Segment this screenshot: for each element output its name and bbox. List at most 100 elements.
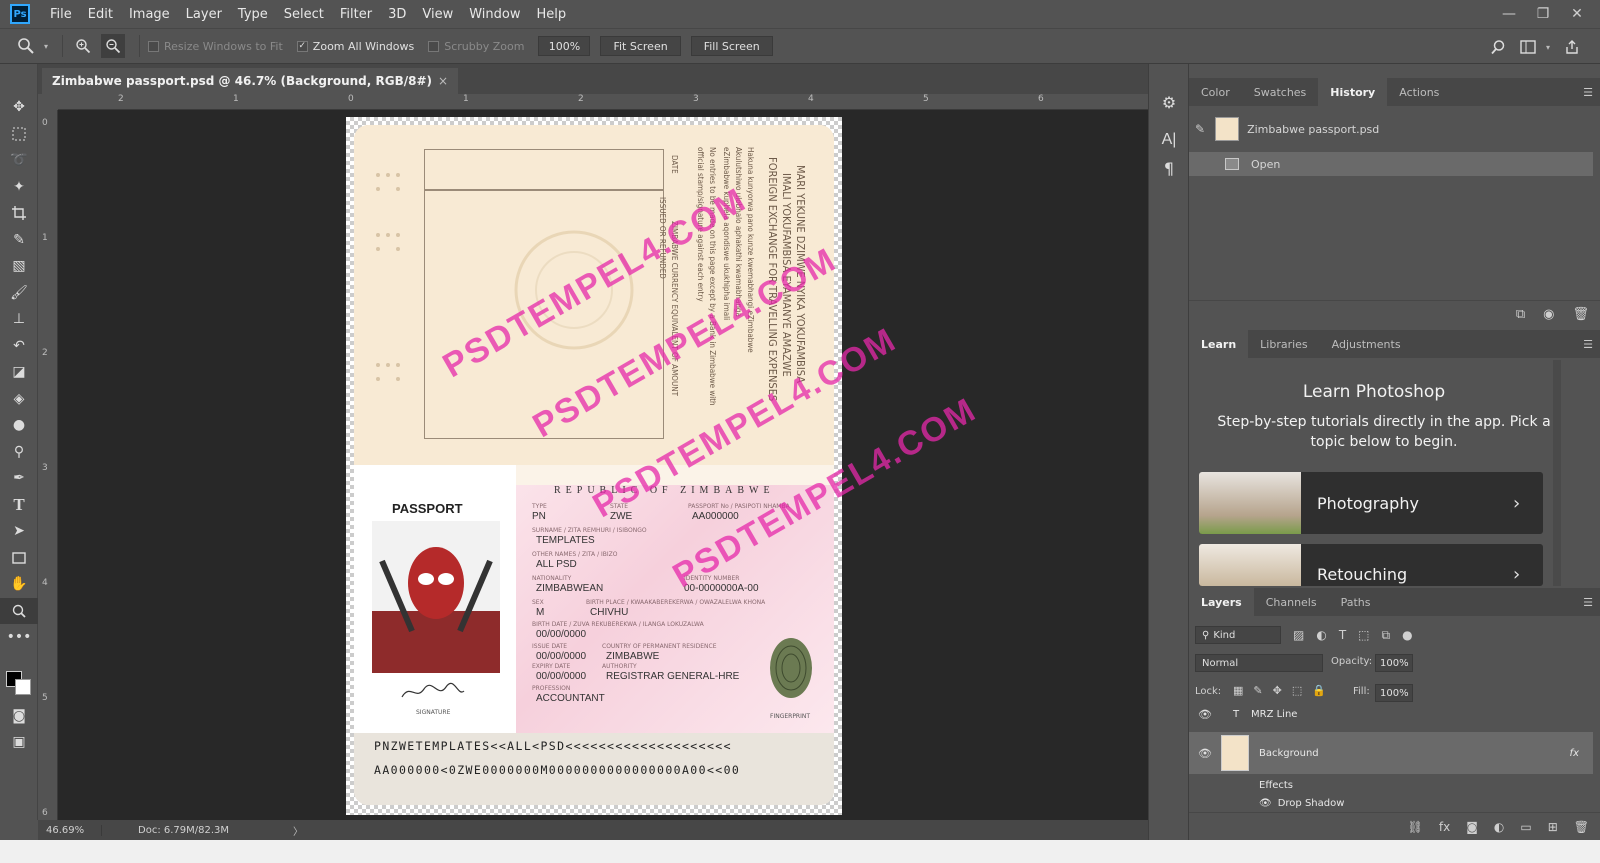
document-tab[interactable]: Zimbabwe passport.psd @ 46.7% (Backgroun…	[42, 68, 459, 94]
paragraph-icon[interactable]: ¶	[1149, 154, 1189, 182]
menu-select[interactable]: Select	[276, 7, 332, 22]
trash-icon[interactable]: 🗑	[1572, 307, 1589, 322]
smart-object-filter-icon[interactable]: ⧉	[1382, 628, 1391, 643]
panel-menu-icon[interactable]: ☰	[1583, 86, 1593, 99]
zoom-tool-icon[interactable]	[0, 597, 38, 624]
filter-toggle-icon[interactable]: ●	[1402, 628, 1412, 642]
tab-color[interactable]: Color	[1189, 78, 1242, 106]
blur-tool-icon[interactable]: ●	[0, 412, 38, 439]
character-icon[interactable]: A|	[1149, 126, 1189, 154]
menu-3d[interactable]: 3D	[380, 7, 414, 22]
add-mask-icon[interactable]: ◙	[1466, 820, 1478, 834]
color-swatches-icon[interactable]	[0, 651, 38, 703]
adjustment-layer-filter-icon[interactable]: ◐	[1316, 628, 1326, 642]
lock-artboard-icon[interactable]: ⬚	[1292, 684, 1302, 697]
chevron-down-icon[interactable]: ▾	[44, 42, 48, 51]
learn-card-retouching[interactable]: Retouching ›	[1199, 544, 1543, 586]
blend-mode-select[interactable]: Normal	[1195, 654, 1323, 672]
menu-image[interactable]: Image	[121, 7, 178, 22]
search-icon[interactable]	[1486, 35, 1510, 59]
lasso-tool-icon[interactable]: ➰	[0, 147, 38, 174]
menu-view[interactable]: View	[414, 7, 461, 22]
lock-image-icon[interactable]: ✎	[1253, 684, 1262, 697]
trash-icon[interactable]: 🗑	[1574, 820, 1589, 834]
tab-history[interactable]: History	[1318, 78, 1388, 106]
rectangle-tool-icon[interactable]	[0, 545, 38, 572]
history-brush-tool-icon[interactable]: ↶	[0, 333, 38, 360]
layer-background[interactable]: 👁 Background fx	[1189, 732, 1593, 774]
new-document-from-state-icon[interactable]: ⧉	[1516, 307, 1525, 322]
lock-all-icon[interactable]: 🔒	[1312, 684, 1326, 697]
history-brush-source-icon[interactable]: ✎	[1195, 122, 1205, 136]
lock-transparency-icon[interactable]: ▦	[1233, 684, 1243, 697]
learn-scrollbar[interactable]	[1553, 360, 1561, 586]
tab-learn[interactable]: Learn	[1189, 330, 1249, 358]
link-layers-icon[interactable]: ⛓	[1408, 820, 1423, 834]
learn-card-photography[interactable]: Photography ›	[1199, 472, 1543, 534]
add-style-icon[interactable]: fx	[1439, 820, 1450, 834]
tab-paths[interactable]: Paths	[1329, 588, 1383, 616]
eye-icon[interactable]: 👁	[1259, 798, 1272, 809]
type-tool-icon[interactable]: T	[0, 492, 38, 519]
properties-icon[interactable]: ⚙	[1149, 88, 1189, 116]
scrubby-zoom-checkbox[interactable]: Scrubby Zoom	[428, 40, 524, 53]
status-menu-arrow-icon[interactable]: 〉	[293, 823, 303, 838]
new-group-icon[interactable]: ▭	[1520, 820, 1531, 834]
chevron-down-icon[interactable]: ▾	[1546, 43, 1550, 52]
dodge-tool-icon[interactable]: ⚲	[0, 439, 38, 466]
tab-layers[interactable]: Layers	[1189, 588, 1254, 616]
tab-libraries[interactable]: Libraries	[1248, 330, 1320, 358]
lock-position-icon[interactable]: ✥	[1273, 684, 1282, 697]
opacity-field[interactable]: 100%	[1375, 654, 1413, 672]
type-layer-filter-icon[interactable]: T	[1339, 628, 1346, 642]
layer-effects-icon[interactable]: fx	[1570, 748, 1579, 759]
zoom-out-icon[interactable]	[101, 34, 126, 58]
fit-screen-button[interactable]: Fit Screen	[600, 36, 681, 56]
shape-layer-filter-icon[interactable]: ⬚	[1358, 628, 1369, 642]
top-ruler[interactable]: 2 1 0 1 2 3 4 5 6	[58, 94, 1148, 110]
clone-stamp-tool-icon[interactable]: ⊥	[0, 306, 38, 333]
marquee-tool-icon[interactable]	[0, 121, 38, 148]
zoom-readout[interactable]: 46.69%	[38, 824, 102, 836]
layer-kind-filter[interactable]: ⚲ Kind	[1195, 626, 1281, 644]
eye-icon[interactable]: 👁	[1189, 708, 1221, 721]
document-canvas[interactable]: MARI YEKUNE DZIMWE NYIKA YOKUFAMBISA IMA…	[346, 117, 983, 815]
brush-tool-icon[interactable]: 🖌	[0, 280, 38, 307]
zoom-percent-field[interactable]: 100%	[538, 36, 591, 56]
quick-mask-icon[interactable]: ◙	[0, 703, 38, 730]
panel-menu-icon[interactable]: ☰	[1583, 596, 1593, 609]
zoom-in-icon[interactable]	[71, 34, 95, 58]
share-icon[interactable]	[1560, 35, 1584, 59]
zoom-all-windows-checkbox[interactable]: ✓ Zoom All Windows	[296, 40, 414, 53]
menu-type[interactable]: Type	[230, 7, 276, 22]
menu-help[interactable]: Help	[529, 7, 575, 22]
left-ruler[interactable]: 0 1 2 3 4 5 6	[38, 110, 58, 820]
menu-layer[interactable]: Layer	[178, 7, 230, 22]
fill-screen-button[interactable]: Fill Screen	[690, 36, 773, 56]
eraser-tool-icon[interactable]: ◪	[0, 359, 38, 386]
close-icon[interactable]: ×	[438, 74, 448, 88]
menu-edit[interactable]: Edit	[80, 7, 121, 22]
drop-shadow-effect[interactable]: 👁 Drop Shadow	[1189, 794, 1593, 812]
layer-effects-row[interactable]: Effects	[1189, 776, 1593, 794]
panel-menu-icon[interactable]: ☰	[1583, 338, 1593, 351]
menu-filter[interactable]: Filter	[332, 7, 380, 22]
hand-tool-icon[interactable]: ✋	[0, 571, 38, 598]
snapshot-camera-icon[interactable]: ◉	[1543, 307, 1554, 322]
zoom-tool-preset-icon[interactable]	[14, 34, 38, 58]
move-tool-icon[interactable]: ✥	[0, 94, 38, 121]
layer-mrz-line[interactable]: 👁 T MRZ Line	[1189, 704, 1593, 724]
paint-bucket-tool-icon[interactable]: ◈	[0, 386, 38, 413]
tab-channels[interactable]: Channels	[1254, 588, 1329, 616]
path-selection-tool-icon[interactable]: ➤	[0, 518, 38, 545]
pixel-layer-filter-icon[interactable]: ▨	[1293, 628, 1304, 642]
restore-button[interactable]: ❐	[1526, 6, 1560, 22]
tab-actions[interactable]: Actions	[1387, 78, 1451, 106]
menu-window[interactable]: Window	[461, 7, 528, 22]
crop-tool-icon[interactable]	[0, 200, 38, 227]
eyedropper-tool-icon[interactable]: ✎	[0, 227, 38, 254]
magic-wand-tool-icon[interactable]: ✦	[0, 174, 38, 201]
menu-file[interactable]: File	[42, 7, 80, 22]
new-adjustment-icon[interactable]: ◐	[1494, 820, 1504, 834]
canvas-area[interactable]: MARI YEKUNE DZIMWE NYIKA YOKUFAMBISA IMA…	[58, 110, 1148, 820]
